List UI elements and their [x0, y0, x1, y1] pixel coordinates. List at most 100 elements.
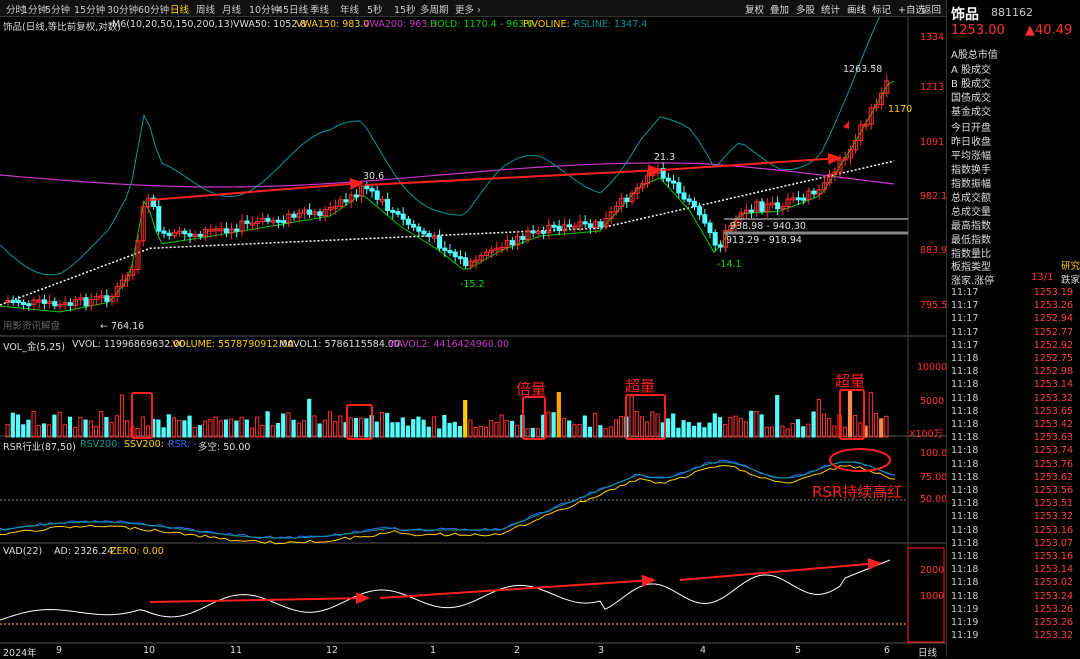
- volume-bar: [104, 416, 109, 438]
- pivoline-legend: PIVOLINE: -: [523, 19, 577, 30]
- volume-bar: [41, 423, 47, 438]
- volume-bar: [301, 420, 307, 438]
- volume-bar: [515, 424, 520, 438]
- tick-time: 11:18: [951, 498, 979, 510]
- tab-15[interactable]: 多周期: [420, 2, 449, 16]
- tool-3[interactable]: 统计: [821, 2, 840, 16]
- tool-6[interactable]: +自选: [898, 2, 925, 16]
- tab-7[interactable]: 周线: [196, 2, 215, 16]
- volume-bar: [676, 427, 681, 438]
- candle: [582, 221, 588, 225]
- tick-time: 11:18: [951, 419, 979, 430]
- tick-price: 1253.42: [1033, 419, 1073, 430]
- tick-time: 11:18: [951, 537, 979, 549]
- rsr-tick: 100.0: [920, 448, 948, 459]
- volume-bar: [712, 413, 717, 438]
- volume-bar: [177, 419, 182, 438]
- month-label: 1: [430, 645, 437, 656]
- vad-title: VAD(22): [3, 546, 43, 557]
- tool-2[interactable]: 多股: [796, 2, 815, 16]
- volume-bar: [187, 415, 192, 438]
- volume-bar: [223, 419, 229, 438]
- tick-price: 1253.32: [1033, 630, 1073, 642]
- tick-price: 1253.07: [1033, 537, 1073, 549]
- month-label: 3: [598, 645, 605, 656]
- volume-bar: [78, 416, 83, 438]
- candle: [426, 233, 432, 238]
- tool-7[interactable]: 返回: [922, 2, 941, 16]
- quote-item-label: 总成交额: [951, 193, 991, 204]
- tool-5[interactable]: 标记: [872, 2, 891, 16]
- tab-4[interactable]: 30分钟: [107, 2, 138, 16]
- candle: [21, 302, 27, 306]
- tab-2[interactable]: 5分钟: [45, 2, 70, 16]
- tab-5[interactable]: 60分钟: [138, 2, 169, 16]
- volume-bar: [88, 420, 93, 438]
- candle: [551, 224, 557, 228]
- quote-item-label: 今日开盘: [951, 123, 991, 134]
- tab-12[interactable]: 年线: [340, 2, 359, 16]
- volume-bar: [660, 422, 665, 438]
- candle: [676, 182, 682, 194]
- range-label-2: 913.29 - 918.94: [726, 235, 802, 246]
- tick-row: 11:17 1253.19: [947, 287, 1080, 299]
- price-tick: 982.1: [920, 191, 948, 202]
- range-label-1: 938.98 - 940.30: [730, 221, 806, 232]
- volume-bar: [442, 414, 447, 438]
- volume-bar: [681, 420, 686, 438]
- candle: [691, 200, 697, 208]
- candle: [307, 209, 313, 215]
- down-label: 跌家: [1061, 275, 1080, 286]
- tab-6[interactable]: 日线: [170, 2, 189, 16]
- volume-bar: [359, 417, 364, 438]
- rsr-tick: 50.00: [920, 494, 948, 505]
- candle: [104, 295, 110, 302]
- volume-bar: [717, 417, 723, 438]
- volume-bar: [806, 423, 811, 438]
- quote-item-label: 板指类型: [951, 262, 991, 273]
- tick-row: 11:18 1253.16: [947, 551, 1080, 563]
- tab-9[interactable]: 10分钟: [249, 2, 280, 16]
- tab-3[interactable]: 15分钟: [74, 2, 105, 16]
- tab-14[interactable]: 15秒: [394, 2, 416, 16]
- candle: [811, 190, 817, 195]
- volume-bar: [494, 422, 499, 438]
- volume-bar: [707, 422, 712, 438]
- tool-1[interactable]: 叠加: [770, 2, 789, 16]
- vad-line: [0, 559, 891, 621]
- tab-13[interactable]: 5秒: [367, 2, 383, 16]
- month-label: 9: [56, 645, 63, 656]
- ma-legend: M6(10,20,50,150,200,13): [112, 19, 234, 30]
- volume-bar: [723, 424, 728, 438]
- volume-bar: [733, 415, 738, 438]
- tick-row: 11:18 1253.32: [947, 393, 1080, 405]
- tool-0[interactable]: 复权: [745, 2, 764, 16]
- tick-price: 1253.32: [1033, 511, 1073, 523]
- candle: [15, 300, 21, 304]
- quote-item-label: 国债成交: [951, 93, 991, 104]
- volume-bar: [671, 413, 676, 438]
- up-triangle-icon: [843, 121, 849, 129]
- candle: [463, 257, 469, 267]
- tab-11[interactable]: 季线: [310, 2, 329, 16]
- volume-bar: [208, 418, 213, 438]
- candle: [442, 247, 448, 252]
- volume-bar: [811, 411, 816, 438]
- tab-8[interactable]: 月线: [222, 2, 241, 16]
- tick-row: 11:19 1253.32: [947, 630, 1080, 642]
- tool-4[interactable]: 画线: [847, 2, 866, 16]
- tick-row: 11:19 1253.26: [947, 604, 1080, 616]
- candle: [437, 235, 443, 249]
- volume-bar: [795, 419, 801, 438]
- candle: [457, 256, 463, 260]
- tick-row: 11:18 1253.56: [947, 485, 1080, 497]
- tab-16[interactable]: 更多 ›: [455, 2, 481, 16]
- tick-row: 11:18 1253.76: [947, 459, 1080, 471]
- volume-bar: [203, 420, 208, 438]
- volume-bar: [26, 419, 31, 438]
- volume-bar: [390, 422, 395, 438]
- tab-1[interactable]: 1分钟: [22, 2, 47, 16]
- tick-row: 11:18 1253.51: [947, 498, 1080, 510]
- tab-10[interactable]: 45日线: [277, 2, 308, 16]
- tick-row: 11:18 1253.24: [947, 591, 1080, 603]
